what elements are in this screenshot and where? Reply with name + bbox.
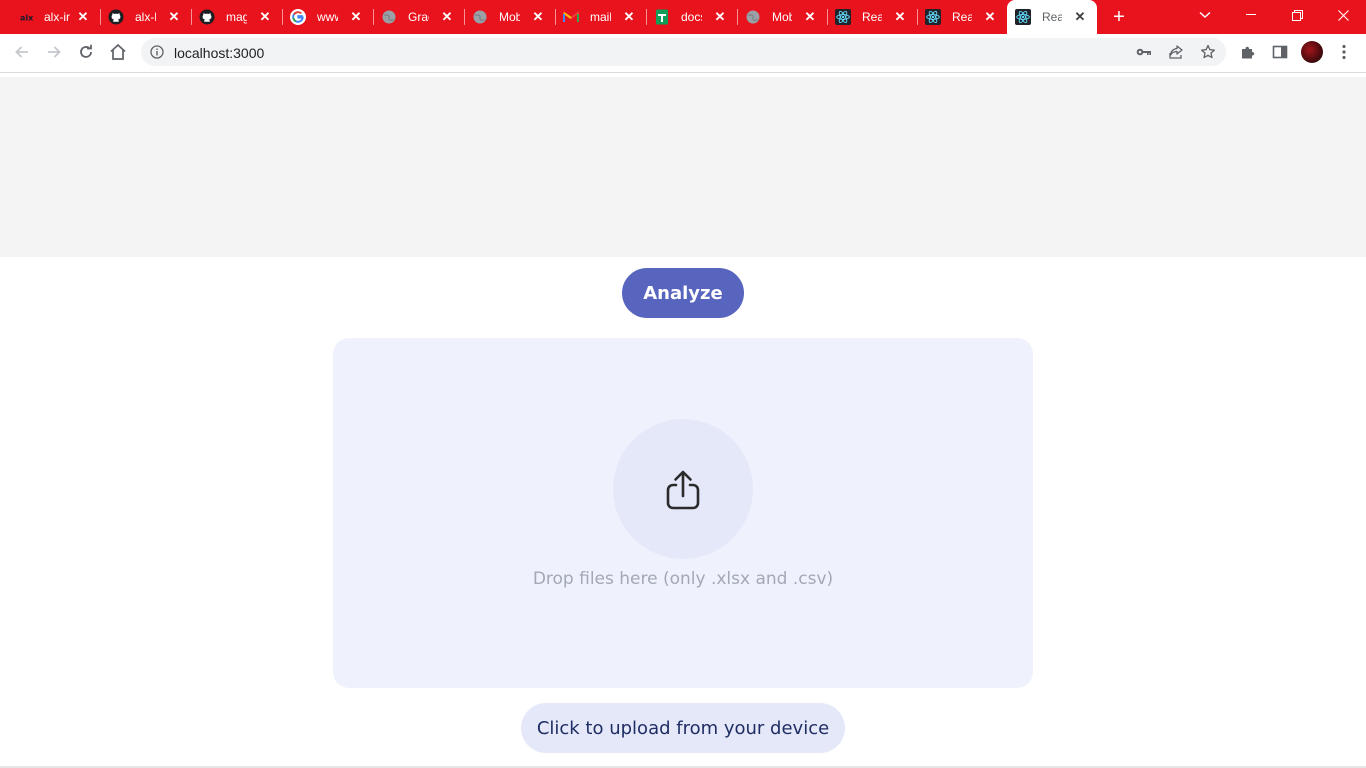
tab-search-button[interactable] — [1182, 0, 1228, 30]
tab-title: Reac — [1042, 10, 1062, 24]
address-bar[interactable]: localhost:3000 — [141, 38, 1226, 66]
google-icon — [290, 9, 306, 25]
close-tab-icon[interactable]: ✕ — [892, 9, 908, 25]
browser-tab[interactable]: Grad ✕ — [373, 0, 465, 34]
browser-toolbar: localhost:3000 — [0, 34, 1366, 70]
browser-tab[interactable]: alx-lo ✕ — [100, 0, 192, 34]
tab-title: alx-lo — [135, 10, 156, 24]
gmail-icon — [563, 9, 579, 25]
close-tab-icon[interactable]: ✕ — [1072, 9, 1088, 25]
browser-tab[interactable]: magi ✕ — [191, 0, 283, 34]
tab-title: Mobi — [499, 10, 520, 24]
tab-title: Grad — [408, 10, 429, 24]
chevron-down-icon — [1199, 11, 1211, 18]
url-text[interactable]: localhost:3000 — [174, 45, 264, 61]
back-button[interactable] — [8, 38, 36, 66]
arrow-right-icon — [48, 46, 61, 58]
sheets-icon — [654, 9, 670, 25]
upload-icon-container — [613, 419, 753, 559]
more-vertical-icon[interactable] — [1334, 42, 1354, 62]
browser-tab[interactable]: www. ✕ — [282, 0, 374, 34]
side-panel-icon[interactable] — [1270, 42, 1290, 62]
react-icon — [925, 9, 941, 25]
tab-strip: alxalx-ir✕alx-lo✕magi✕www.✕Grad✕Mobi✕mai… — [0, 0, 1366, 34]
header-banner — [0, 77, 1366, 257]
browser-tab[interactable]: Reac ✕ — [827, 0, 918, 34]
minimize-button[interactable] — [1228, 0, 1274, 30]
minimize-icon — [1246, 14, 1256, 15]
close-tab-icon[interactable]: ✕ — [712, 9, 728, 25]
share-upload-icon — [666, 470, 700, 510]
profile-avatar[interactable] — [1301, 41, 1323, 63]
globe-icon — [745, 9, 761, 25]
github-icon — [108, 9, 124, 25]
upload-from-device-button[interactable]: Click to upload from your device — [521, 703, 845, 753]
github-icon — [199, 9, 215, 25]
forward-button[interactable] — [40, 38, 68, 66]
browser-tab[interactable]: Reac ✕ — [917, 0, 1007, 34]
tab-title: magi — [226, 10, 247, 24]
reload-icon — [80, 44, 92, 58]
close-tab-icon[interactable]: ✕ — [802, 9, 818, 25]
reload-button[interactable] — [72, 38, 100, 66]
arrow-left-icon — [15, 46, 28, 58]
dropzone-instructions: Drop files here (only .xlsx and .csv) — [532, 569, 834, 589]
tab-title: mail. — [590, 10, 611, 24]
info-icon[interactable] — [150, 45, 164, 59]
new-tab-button[interactable]: + — [1108, 6, 1130, 28]
home-button[interactable] — [104, 38, 132, 66]
analyze-button[interactable]: Analyze — [622, 268, 744, 318]
restore-icon — [1291, 9, 1303, 21]
close-tab-icon[interactable]: ✕ — [257, 9, 273, 25]
globe-icon — [472, 9, 488, 25]
tab-title: Reac — [862, 10, 882, 24]
key-icon[interactable] — [1136, 44, 1152, 60]
toolbar-divider — [0, 72, 1366, 73]
tab-title: www. — [317, 10, 338, 24]
close-window-button[interactable] — [1320, 0, 1366, 30]
restore-button[interactable] — [1274, 0, 1320, 30]
browser-tab[interactable]: alx alx-ir ✕ — [0, 0, 101, 34]
alx-icon: alx — [20, 9, 36, 25]
globe-icon — [381, 9, 397, 25]
browser-tab[interactable]: docs. ✕ — [646, 0, 738, 34]
close-icon — [1337, 9, 1349, 21]
browser-tab[interactable]: Mob ✕ — [737, 0, 828, 34]
react-icon — [835, 9, 851, 25]
share-icon[interactable] — [1168, 44, 1184, 60]
close-tab-icon[interactable]: ✕ — [982, 9, 998, 25]
tab-title: Mob — [772, 10, 792, 24]
browser-tab[interactable]: mail. ✕ — [555, 0, 647, 34]
close-tab-icon[interactable]: ✕ — [621, 9, 637, 25]
browser-tab[interactable]: Mobi ✕ — [464, 0, 556, 34]
browser-tab[interactable]: Reac ✕ — [1007, 0, 1097, 34]
close-tab-icon[interactable]: ✕ — [439, 9, 455, 25]
extensions-puzzle-icon[interactable] — [1238, 42, 1258, 62]
file-dropzone[interactable]: Drop files here (only .xlsx and .csv) — [333, 338, 1033, 688]
close-tab-icon[interactable]: ✕ — [166, 9, 182, 25]
tab-title: docs. — [681, 10, 702, 24]
svg-text:alx: alx — [20, 14, 34, 23]
react-icon — [1015, 9, 1031, 25]
tab-title: Reac — [952, 10, 972, 24]
close-tab-icon[interactable]: ✕ — [530, 9, 546, 25]
home-icon — [110, 43, 126, 60]
bookmark-star-icon[interactable] — [1200, 44, 1216, 60]
close-tab-icon[interactable]: ✕ — [75, 9, 91, 25]
close-tab-icon[interactable]: ✕ — [348, 9, 364, 25]
tab-title: alx-ir — [44, 10, 70, 24]
